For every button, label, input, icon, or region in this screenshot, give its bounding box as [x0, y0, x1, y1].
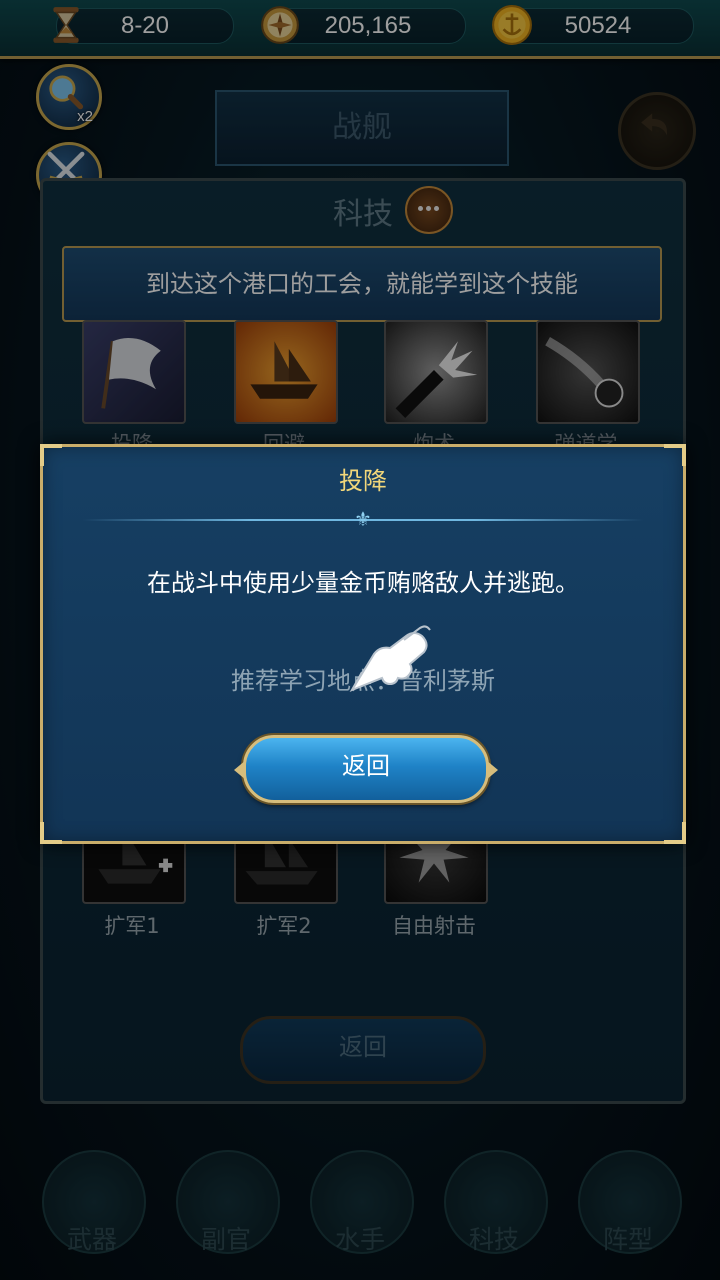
tutorial-pointing-hand-icon: [349, 625, 431, 693]
return-button-label: 返回: [342, 752, 390, 780]
dialog-title: 投降: [339, 467, 387, 495]
dialog-description: 在战斗中使用少量金币贿赂敌人并逃跑。: [147, 569, 579, 597]
return-button[interactable]: 返回: [234, 735, 498, 803]
divider-ornament-icon: ⚜: [354, 507, 372, 531]
